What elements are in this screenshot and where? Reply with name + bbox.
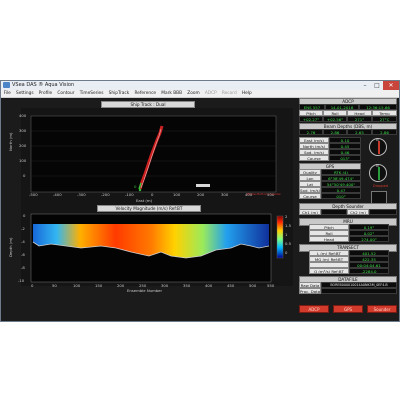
velocity-ytick: -6 [21, 252, 25, 257]
scale-bar [196, 184, 210, 187]
ship-track-ytick-300: 300 [19, 128, 27, 133]
colorbar-tick: 0 [285, 250, 288, 255]
ship-track-xtick: -500 [29, 192, 38, 197]
velocity-xtick: 350 [183, 283, 191, 288]
ship-track-ylabel: North (m) [8, 132, 13, 152]
colorbar-tick: 0.5 [285, 241, 292, 246]
adcp-button[interactable]: ADCP [299, 305, 329, 313]
velocity-ytick: 0 [23, 213, 26, 218]
mru-head-label: Head [309, 236, 349, 242]
colorbar-tick: 1 [285, 232, 288, 237]
ship-track-legend: BT/Vel Bottom Coastal [247, 192, 281, 196]
ship-track-axes [30, 115, 277, 193]
velocity-xtick: 400 [205, 283, 213, 288]
close-button[interactable]: ✕ [383, 81, 399, 90]
velocity-title: Velocity Magnitude (m/s) Ref:BT [97, 205, 201, 212]
adcp-compass-icon: N [369, 138, 387, 156]
temp-value: 27°C [372, 116, 397, 122]
mru-head-value: 274.00° [349, 236, 389, 242]
ship-track-xtick: 100 [173, 192, 181, 197]
velocity-xtick: 150 [95, 283, 103, 288]
velocity-svg [30, 213, 284, 283]
velocity-xtick: 100 [73, 283, 81, 288]
course-value: 013° [329, 155, 361, 161]
menu-record[interactable]: Record [219, 90, 239, 97]
velocity-ylabel: Depth (m) [8, 237, 13, 257]
menu-settings[interactable]: Settings [13, 90, 36, 97]
ship-track-xlabel: East (m) [136, 198, 153, 203]
velocity-ytick: -10 [18, 278, 25, 283]
ch2-label: Ch2 (m) [347, 209, 369, 215]
menu-reference[interactable]: Reference [132, 90, 159, 97]
gps-button[interactable]: GPS [333, 305, 363, 313]
beam-depth-3: 2.65 [347, 129, 372, 135]
ship-track-xtick: -400 [53, 192, 62, 197]
velocity-ytick: -2 [21, 226, 25, 231]
velocity-xtick: 300 [161, 283, 169, 288]
menu-zoom[interactable]: Zoom [185, 90, 203, 97]
ship-track-start-label: 0 [134, 184, 137, 189]
velocity-xtick: 50 [52, 283, 57, 288]
proc-data-value[interactable] [321, 288, 397, 294]
menu-help[interactable]: Help [239, 90, 254, 97]
transect-q-value: -2284.0 [349, 268, 389, 274]
menu-adcp[interactable]: ADCP [202, 90, 219, 97]
menu-timeseries[interactable]: TimeSeries [77, 90, 106, 97]
course-label: Course [299, 155, 329, 161]
ship-track-xtick: 300 [221, 192, 229, 197]
gps-course-label: Course [299, 193, 321, 199]
ship-track-ytick-100: 100 [19, 158, 27, 163]
menu-profile[interactable]: Profile [36, 90, 55, 97]
velocity-xtick: 450 [227, 283, 235, 288]
velocity-xtick: 500 [249, 283, 257, 288]
transect-q-label: Q (m³/s) Ref:BT [309, 268, 349, 274]
gps-status: Dropped [373, 184, 389, 188]
track-start-marker [138, 188, 142, 192]
velocity-xtick: 200 [117, 283, 125, 288]
velocity-colorbar [276, 215, 284, 259]
colorbar-tick: 1.5 [285, 223, 292, 228]
ship-track-xtick: -200 [101, 192, 110, 197]
velocity-xlabel: Ensemble Number [127, 288, 163, 293]
ship-track-ytick-200: 200 [19, 143, 27, 148]
velocity-ytick: -4 [21, 239, 25, 244]
window-title: VSea DAS ® Aqua Vision [12, 82, 75, 88]
ship-track-ytick-0: 0 [23, 173, 26, 178]
proc-data-label: Proc. Data [299, 288, 321, 294]
pitch-value: +02.27° [299, 116, 323, 122]
gps-course-value: 010° [321, 193, 361, 199]
menu-shiptrack[interactable]: ShipTrack [106, 90, 132, 97]
sounder-button[interactable]: Sounder [367, 305, 397, 313]
head-value: 271° [347, 116, 372, 122]
ch1-value [321, 209, 347, 215]
ship-track-xtick: -100 [125, 192, 134, 197]
menu-file[interactable]: File [1, 90, 13, 97]
ship-track-xtick: 200 [197, 192, 205, 197]
beam-depth-4: 2.86 [372, 129, 397, 135]
velocity-ytick: -8 [21, 265, 25, 270]
ship-track-title: Ship Track : Dual [101, 101, 195, 108]
menu-mark-bbb[interactable]: Mark BBB [159, 90, 185, 97]
ship-track-ytick-400: 400 [19, 113, 27, 118]
app-icon [3, 82, 10, 88]
ch1-label: Ch1 (m) [299, 209, 321, 215]
maximize-button[interactable]: □ [371, 81, 383, 90]
velocity-xtick: 0 [31, 283, 34, 288]
menu-bar: File Settings Profile Contour TimeSeries… [1, 90, 399, 98]
gps-compass-icon: N [369, 164, 387, 182]
ship-track-xtick: 0 [151, 192, 154, 197]
beam-depth-2: 2.86 [323, 129, 347, 135]
ship-track-xtick: -300 [77, 192, 86, 197]
colorbar-tick: 2 [285, 214, 288, 219]
ch2-value [369, 209, 397, 215]
beam-depth-1: 2.76 [299, 129, 323, 135]
menu-contour[interactable]: Contour [55, 90, 77, 97]
velocity-xtick: 550 [267, 283, 275, 288]
roll-value: +02.56° [323, 116, 347, 122]
app-window: VSea DAS ® Aqua Vision – □ ✕ File Settin… [0, 80, 400, 322]
minimize-button[interactable]: – [359, 81, 371, 90]
